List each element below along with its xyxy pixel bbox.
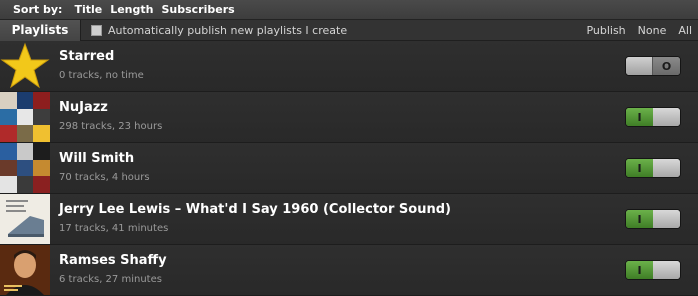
- album-collage: [0, 143, 50, 193]
- star-icon: [0, 41, 50, 91]
- playlist-title: Jerry Lee Lewis – What'd I Say 1960 (Col…: [59, 202, 451, 217]
- sort-title-option[interactable]: Title: [74, 3, 102, 16]
- playlist-row[interactable]: Ramses Shaffy 6 tracks, 27 minutes I: [0, 245, 698, 296]
- playlist-meta: 0 tracks, no time: [59, 70, 144, 81]
- playlist-meta: 298 tracks, 23 hours: [59, 121, 163, 132]
- playlist-meta: 6 tracks, 27 minutes: [59, 274, 162, 285]
- sort-by-label: Sort by:: [13, 3, 63, 16]
- publish-toggle[interactable]: I: [625, 209, 681, 229]
- toggle-on-mark: I: [626, 261, 653, 279]
- auto-publish-checkbox[interactable]: [91, 24, 102, 36]
- toggle-off-mark: O: [652, 57, 680, 75]
- publish-none-link[interactable]: None: [638, 24, 667, 37]
- playlist-title: Starred: [59, 49, 115, 64]
- bulk-publish-controls: Publish None All: [586, 20, 698, 41]
- playlist-row[interactable]: Starred 0 tracks, no time O: [0, 41, 698, 92]
- publish-toggle[interactable]: I: [625, 107, 681, 127]
- toggle-on-mark: I: [626, 159, 653, 177]
- publish-toggle[interactable]: I: [625, 158, 681, 178]
- sort-bar: Sort by: Title Length Subscribers: [0, 0, 698, 20]
- playlist-meta: 17 tracks, 41 minutes: [59, 223, 169, 234]
- publish-toggle[interactable]: I: [625, 260, 681, 280]
- album-cover-portrait: [0, 245, 50, 295]
- toggle-on-mark: I: [626, 210, 653, 228]
- playlist-row[interactable]: Will Smith 70 tracks, 4 hours I: [0, 143, 698, 194]
- sort-subscribers-option[interactable]: Subscribers: [161, 3, 234, 16]
- toggle-on-mark: I: [626, 108, 653, 126]
- album-collage: [0, 92, 50, 142]
- playlist-title: Will Smith: [59, 151, 135, 166]
- album-cover-piano: [0, 194, 50, 244]
- publish-toggle[interactable]: O: [625, 56, 681, 76]
- sort-length-option[interactable]: Length: [110, 3, 153, 16]
- playlist-title: Ramses Shaffy: [59, 253, 167, 268]
- publish-label: Publish: [586, 24, 626, 37]
- playlists-header: Playlists Automatically publish new play…: [0, 19, 698, 41]
- playlist-meta: 70 tracks, 4 hours: [59, 172, 150, 183]
- tab-playlists[interactable]: Playlists: [0, 19, 81, 41]
- publish-all-link[interactable]: All: [678, 24, 692, 37]
- auto-publish-label: Automatically publish new playlists I cr…: [108, 23, 348, 37]
- playlist-row[interactable]: NuJazz 298 tracks, 23 hours I: [0, 92, 698, 143]
- playlist-row[interactable]: Jerry Lee Lewis – What'd I Say 1960 (Col…: [0, 194, 698, 245]
- auto-publish-option[interactable]: Automatically publish new playlists I cr…: [91, 24, 347, 37]
- playlist-title: NuJazz: [59, 100, 108, 115]
- playlist-list: Starred 0 tracks, no time O NuJazz 298 t…: [0, 41, 698, 296]
